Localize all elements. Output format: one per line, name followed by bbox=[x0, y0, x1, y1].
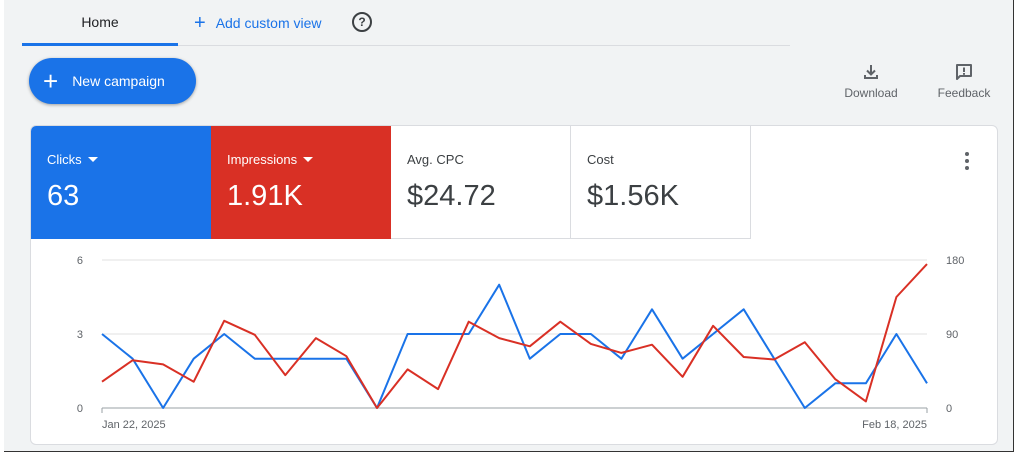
tab-home[interactable]: Home bbox=[22, 0, 178, 46]
metric-avg-cpc[interactable]: Avg. CPC $24.72 bbox=[391, 126, 571, 239]
app-frame: Home + Add custom view ? + New campaign … bbox=[4, 0, 1014, 452]
add-custom-view-button[interactable]: + Add custom view bbox=[194, 0, 322, 46]
metric-label: Impressions bbox=[227, 152, 298, 167]
tab-home-label: Home bbox=[81, 13, 119, 30]
plus-icon: + bbox=[194, 12, 206, 34]
feedback-icon bbox=[956, 64, 972, 80]
new-campaign-button[interactable]: + New campaign bbox=[29, 58, 196, 104]
y-right-tick-label: 0 bbox=[946, 403, 952, 415]
metric-impressions[interactable]: Impressions 1.91K bbox=[211, 126, 391, 239]
metric-cost[interactable]: Cost $1.56K bbox=[571, 126, 751, 239]
clicks-series-line bbox=[101, 283, 928, 409]
performance-card: Clicks 63 Impressions 1.91K Avg. CPC $24… bbox=[30, 125, 998, 445]
y-right-tick-label: 180 bbox=[946, 255, 964, 267]
metric-clicks[interactable]: Clicks 63 bbox=[31, 126, 211, 239]
plus-icon: + bbox=[43, 66, 59, 96]
y-left-tick-label: 0 bbox=[77, 403, 83, 415]
y-left-tick-label: 6 bbox=[77, 255, 83, 267]
feedback-label: Feedback bbox=[937, 86, 991, 100]
download-button[interactable]: Download bbox=[836, 62, 906, 106]
performance-chart: 0 3 6 0 90 180 Jan 22, 2025 Feb 18, 2025 bbox=[77, 255, 964, 431]
feedback-button[interactable]: Feedback bbox=[929, 62, 999, 106]
y-right-tick-label: 90 bbox=[946, 329, 958, 341]
x-tick-label: Feb 18, 2025 bbox=[862, 419, 927, 431]
dropdown-arrow-icon[interactable] bbox=[87, 157, 98, 162]
metric-value: $24.72 bbox=[407, 180, 496, 212]
more-options-icon[interactable] bbox=[959, 152, 975, 172]
view-tabs: Home + Add custom view ? bbox=[22, 0, 790, 46]
metric-value: $1.56K bbox=[587, 180, 679, 212]
metric-label: Cost bbox=[587, 152, 614, 167]
new-campaign-label: New campaign bbox=[72, 73, 165, 89]
x-tick-label: Jan 22, 2025 bbox=[102, 419, 166, 431]
dropdown-arrow-icon[interactable] bbox=[303, 157, 314, 162]
metric-label: Avg. CPC bbox=[407, 152, 464, 167]
metric-value: 63 bbox=[47, 180, 80, 212]
help-icon[interactable]: ? bbox=[352, 12, 372, 32]
download-icon bbox=[864, 65, 878, 79]
y-left-tick-label: 3 bbox=[77, 329, 83, 341]
metric-label: Clicks bbox=[47, 152, 82, 167]
add-custom-view-label: Add custom view bbox=[215, 15, 322, 31]
metric-value: 1.91K bbox=[227, 180, 303, 212]
download-label: Download bbox=[844, 86, 898, 100]
